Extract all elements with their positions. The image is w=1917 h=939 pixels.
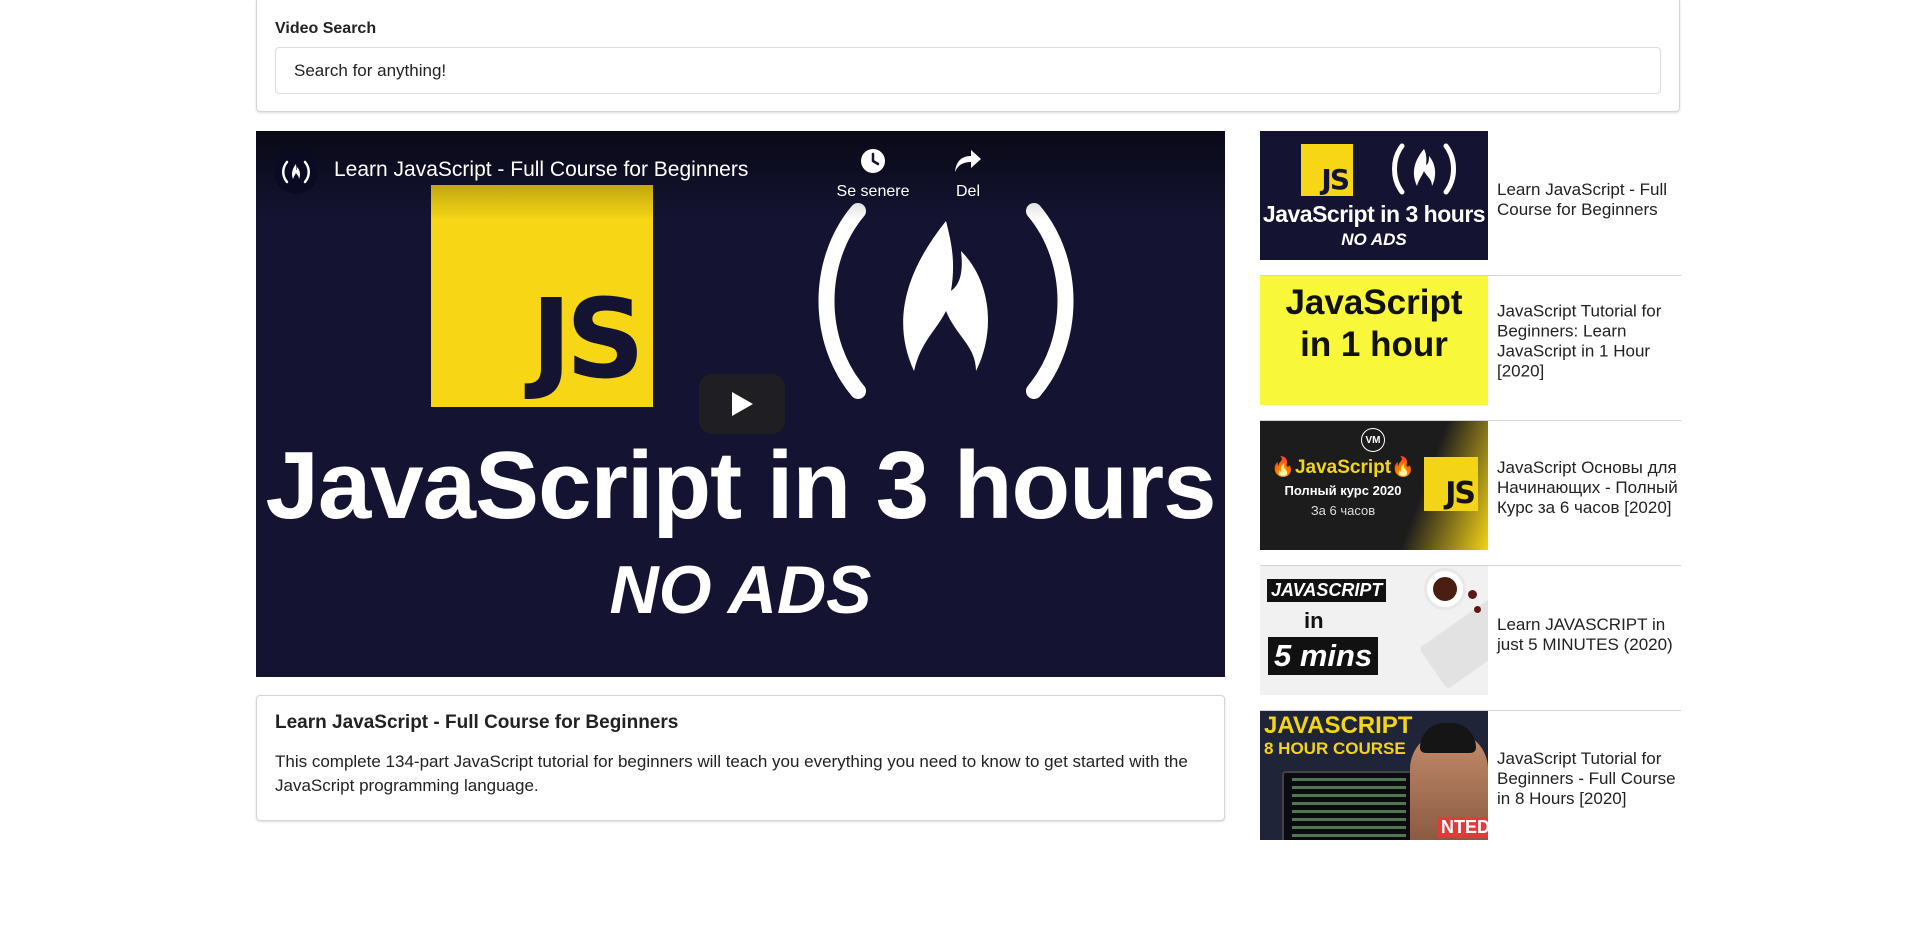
video-thumbnail[interactable]: JavaScript in 1 hour: [1260, 276, 1488, 405]
laptop-graphic: [1282, 771, 1416, 840]
thumbnail-line-1: JavaScript: [1285, 283, 1463, 322]
search-segment: Video Search: [256, 0, 1680, 112]
channel-avatar[interactable]: [274, 150, 318, 194]
thumbnail-headline: JAVASCRIPT: [1264, 712, 1413, 739]
thumbnail-subline: NO ADS: [609, 552, 872, 628]
video-list-item-title[interactable]: JavaScript Основы для Начинающих - Полны…: [1497, 458, 1681, 518]
thumbnail-duration-text: 5 mins: [1268, 637, 1379, 675]
play-button[interactable]: [699, 374, 785, 434]
thumbnail-headline: JavaScript in 3 hours: [265, 432, 1216, 539]
thumbnail-headline: JAVASCRIPT: [1267, 579, 1387, 602]
thumbnail-subline: 8 HOUR COURSE: [1264, 739, 1406, 758]
thumbnail-js-text: JS: [530, 275, 645, 403]
freecodecamp-avatar-icon: [282, 160, 310, 184]
thumbnail-subline: in: [1304, 608, 1324, 633]
video-detail-card: Learn JavaScript - Full Course for Begin…: [256, 695, 1225, 821]
video-list-item[interactable]: JAVASCRIPT 8 HOUR COURSE NTED JavaScript…: [1260, 711, 1681, 856]
thumbnail-headline: JavaScript in 3 hours: [1262, 201, 1486, 227]
video-list: JS JavaScript in 3 hours NO ADS Learn Ja…: [1260, 131, 1681, 856]
thumbnail-subline: Полный курс 2020: [1284, 483, 1402, 498]
decor-dot: [1474, 606, 1481, 613]
channel-badge: VM: [1361, 428, 1385, 452]
presenter-hair-graphic: [1420, 723, 1476, 753]
watch-later-button[interactable]: Se senere: [828, 147, 918, 201]
freecodecamp-logo-icon: [1392, 143, 1456, 195]
share-label: Del: [955, 183, 980, 200]
video-detail-description: This complete 134-part JavaScript tutori…: [275, 752, 1188, 795]
video-list-item[interactable]: JS JavaScript in 3 hours NO ADS Learn Ja…: [1260, 131, 1681, 276]
thumbnail-duration-text: За 6 часов: [1310, 503, 1376, 518]
video-list-item[interactable]: VM 🔥JavaScript🔥 Полный курс 2020 За 6 ча…: [1260, 421, 1681, 566]
share-arrow-icon: [955, 150, 981, 172]
thumbnail-js-logo: JS: [1424, 457, 1478, 511]
video-list-item-title[interactable]: Learn JAVASCRIPT in just 5 MINUTES (2020…: [1497, 615, 1681, 655]
video-list-item[interactable]: JAVASCRIPT in 5 mins Learn JAVASCRIPT in…: [1260, 566, 1681, 711]
video-list-item-title[interactable]: Learn JavaScript - Full Course for Begin…: [1497, 180, 1681, 220]
video-list-item[interactable]: JavaScript in 1 hour JavaScript Tutorial…: [1260, 276, 1681, 421]
thumbnail-js-text: JS: [1445, 476, 1476, 511]
thumbnail-badge: NTED: [1438, 817, 1488, 838]
video-thumbnail[interactable]: JS JavaScript in 3 hours NO ADS: [1260, 131, 1488, 260]
video-thumbnail[interactable]: JAVASCRIPT in 5 mins: [1260, 566, 1488, 695]
video-player[interactable]: JS JavaScript in 3 hours NO ADS Learn Ja…: [256, 131, 1225, 677]
watch-later-label: Se senere: [836, 183, 910, 200]
video-thumbnail[interactable]: JAVASCRIPT 8 HOUR COURSE NTED: [1260, 711, 1488, 840]
thumbnail-js-text: JS: [1321, 163, 1350, 196]
player-title[interactable]: Learn JavaScript - Full Course for Begin…: [334, 158, 748, 182]
freecodecamp-logo-icon: [818, 203, 1074, 399]
thumbnail-headline: 🔥JavaScript🔥: [1271, 457, 1415, 478]
video-list-item-title[interactable]: JavaScript Tutorial for Beginners - Full…: [1497, 749, 1681, 809]
decor-dot: [1468, 590, 1477, 599]
video-detail-title: Learn JavaScript - Full Course for Begin…: [275, 712, 679, 733]
play-icon: [732, 392, 753, 416]
search-input[interactable]: [275, 47, 1661, 94]
clock-icon: [861, 149, 885, 173]
thumbnail-js-logo: JS: [1301, 144, 1353, 196]
video-list-item-title[interactable]: JavaScript Tutorial for Beginners: Learn…: [1497, 302, 1681, 382]
thumbnail-subline: NO ADS: [1341, 230, 1407, 249]
coffee-cup-graphic: [1424, 568, 1466, 610]
search-label: Video Search: [275, 20, 377, 37]
video-thumbnail[interactable]: VM 🔥JavaScript🔥 Полный курс 2020 За 6 ча…: [1260, 421, 1488, 550]
thumbnail-line-2: in 1 hour: [1300, 325, 1448, 364]
share-button[interactable]: Del: [923, 147, 1013, 201]
thumbnail-headline: JavaScript in 1 hour: [1260, 282, 1488, 366]
